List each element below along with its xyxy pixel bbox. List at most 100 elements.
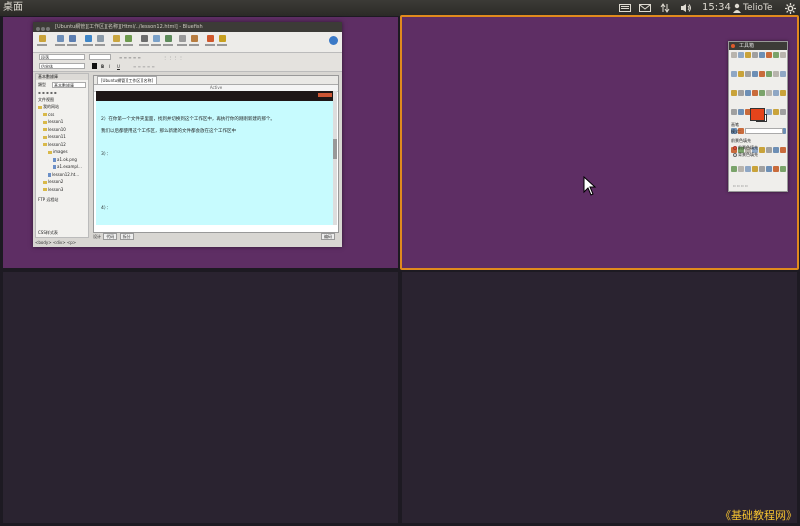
format-icon[interactable] <box>191 35 198 42</box>
tool-button-icon[interactable] <box>773 71 779 77</box>
tool-button-icon[interactable] <box>759 147 765 153</box>
settings-icon[interactable] <box>219 35 226 42</box>
tree-folder[interactable]: lesson2 <box>43 179 63 184</box>
tool-button-icon[interactable] <box>766 71 772 77</box>
save-icon[interactable] <box>69 35 76 42</box>
format-select[interactable]: 段落 <box>39 54 85 60</box>
paste-icon[interactable] <box>165 35 172 42</box>
tool-button-icon[interactable] <box>766 147 772 153</box>
tool-button-icon[interactable] <box>766 166 772 172</box>
workspace-3[interactable] <box>3 272 398 523</box>
tool-button-icon[interactable] <box>738 52 744 58</box>
preview-icon[interactable] <box>97 35 104 42</box>
radio-bg-fill[interactable]: 背景色填充 <box>733 152 758 158</box>
tool-button-icon[interactable] <box>759 52 765 58</box>
cut-icon[interactable] <box>141 35 148 42</box>
tree-folder[interactable]: lesson1 <box>43 119 63 124</box>
toolbox-titlebar[interactable]: 工具箱 <box>729 42 787 50</box>
tool-button-icon[interactable] <box>752 166 758 172</box>
tree-file[interactable]: a1.exampl... <box>53 164 82 169</box>
tool-button-icon[interactable] <box>738 166 744 172</box>
bold-icon[interactable]: B <box>101 64 104 69</box>
color-swatch[interactable] <box>92 63 97 69</box>
view-split-tab[interactable]: 拆分 <box>119 233 134 240</box>
document-content[interactable]: 2）在你第一个文件夹里面，找到并切换到这个工作区中，再执行你的刚刚新建的那个。 … <box>96 91 334 225</box>
tool-button-icon[interactable] <box>766 52 772 58</box>
editor-titlebar[interactable]: [Ubuntu網管][工作区][名称][Html/../lesson12.htm… <box>33 22 342 32</box>
tree-folder[interactable]: lesson11 <box>43 134 66 139</box>
find-icon[interactable] <box>179 35 186 42</box>
list-icon[interactable]: ⋮ ⋮ ⋮ ⋮ <box>163 55 183 60</box>
tool-button-icon[interactable] <box>759 166 765 172</box>
user-icon[interactable] <box>733 0 741 16</box>
tool-button-icon[interactable] <box>731 166 737 172</box>
tool-button-icon[interactable] <box>780 109 786 115</box>
css-panel-label[interactable]: CSS样式表 <box>38 230 58 235</box>
mode-select[interactable] <box>745 128 783 134</box>
tool-button-icon[interactable] <box>731 109 737 115</box>
tool-button-icon[interactable] <box>731 71 737 77</box>
tree-folder[interactable]: lesson12 <box>43 142 66 147</box>
keyboard-icon[interactable] <box>619 0 631 16</box>
tool-button-icon[interactable] <box>731 90 737 96</box>
tree-file[interactable]: a1.ok.png <box>53 157 77 162</box>
globe-icon[interactable] <box>329 36 338 45</box>
mail-icon[interactable] <box>639 0 651 16</box>
user-name[interactable]: TelioTe <box>743 0 773 16</box>
panel-icons[interactable]: ▪ ▪ ▪ ▪ ▪ <box>38 90 57 95</box>
tool-button-icon[interactable] <box>780 71 786 77</box>
gear-icon[interactable] <box>785 0 796 16</box>
undo-icon[interactable] <box>113 35 120 42</box>
edit-icon[interactable] <box>207 35 214 42</box>
tool-button-icon[interactable] <box>745 166 751 172</box>
tool-button-icon[interactable] <box>745 52 751 58</box>
radio-fg-fill[interactable]: 前景色填充 <box>733 145 758 151</box>
tool-button-icon[interactable] <box>738 109 744 115</box>
copy-icon[interactable] <box>153 35 160 42</box>
tool-button-icon[interactable] <box>773 147 779 153</box>
toolbox-footer-icons[interactable]: ▫ ▫ ▫ ▫ <box>733 183 748 188</box>
volume-icon[interactable] <box>680 0 692 16</box>
workspace-1[interactable]: [Ubuntu網管][工作区][名称][Html/../lesson12.htm… <box>3 17 398 268</box>
tool-button-icon[interactable] <box>780 147 786 153</box>
tool-button-icon[interactable] <box>745 90 751 96</box>
tool-button-icon[interactable] <box>773 52 779 58</box>
foreground-color-swatch[interactable] <box>750 108 765 121</box>
tool-button-icon[interactable] <box>773 166 779 172</box>
tool-button-icon[interactable] <box>738 90 744 96</box>
tree-folder[interactable]: images <box>48 149 68 154</box>
tag-selector[interactable]: <body> <div> <p> <box>35 240 335 246</box>
workspace-4[interactable] <box>402 272 797 523</box>
font-select[interactable]: 仿宋体 <box>39 63 85 69</box>
open-icon[interactable] <box>57 35 64 42</box>
tool-button-icon[interactable] <box>752 71 758 77</box>
tool-button-icon[interactable] <box>752 90 758 96</box>
document-tab[interactable]: [Ubuntu網管][工作区][名称] <box>97 76 158 84</box>
tool-button-icon[interactable] <box>773 90 779 96</box>
site-select[interactable]: 基本數據庫 <box>52 82 86 88</box>
tool-button-icon[interactable] <box>780 52 786 58</box>
toolbox-window[interactable]: 工具箱 画笔 模式： 前景色填充 前景色填充 背景色填充 ▫ ▫ ▫ ▫ <box>728 41 788 192</box>
editor-window[interactable]: [Ubuntu網管][工作区][名称][Html/../lesson12.htm… <box>33 22 342 247</box>
class-select[interactable] <box>89 54 111 60</box>
new-icon[interactable] <box>39 35 46 42</box>
network-icon[interactable] <box>660 0 670 16</box>
close-icon[interactable] <box>731 44 735 48</box>
tree-folder[interactable]: 我的网站 <box>38 104 59 109</box>
tree-folder[interactable]: css <box>43 112 54 117</box>
tool-button-icon[interactable] <box>759 90 765 96</box>
tree-folder[interactable]: lesson10 <box>43 127 66 132</box>
tool-button-icon[interactable] <box>759 71 765 77</box>
tool-button-icon[interactable] <box>766 90 772 96</box>
tool-button-icon[interactable] <box>745 71 751 77</box>
tool-button-icon[interactable] <box>780 166 786 172</box>
browser-icon[interactable] <box>85 35 92 42</box>
workspace-2[interactable]: 工具箱 画笔 模式： 前景色填充 前景色填充 背景色填充 ▫ ▫ ▫ ▫ <box>400 15 799 270</box>
align-icon[interactable]: ≡ ≡ ≡ ≡ ≡ <box>119 55 141 60</box>
vertical-scrollbar[interactable] <box>333 91 337 225</box>
tree-folder[interactable]: lesson3 <box>43 187 63 192</box>
italic-icon[interactable]: I <box>109 64 110 69</box>
tool-button-icon[interactable] <box>780 90 786 96</box>
tool-button-icon[interactable] <box>773 109 779 115</box>
redo-icon[interactable] <box>125 35 132 42</box>
